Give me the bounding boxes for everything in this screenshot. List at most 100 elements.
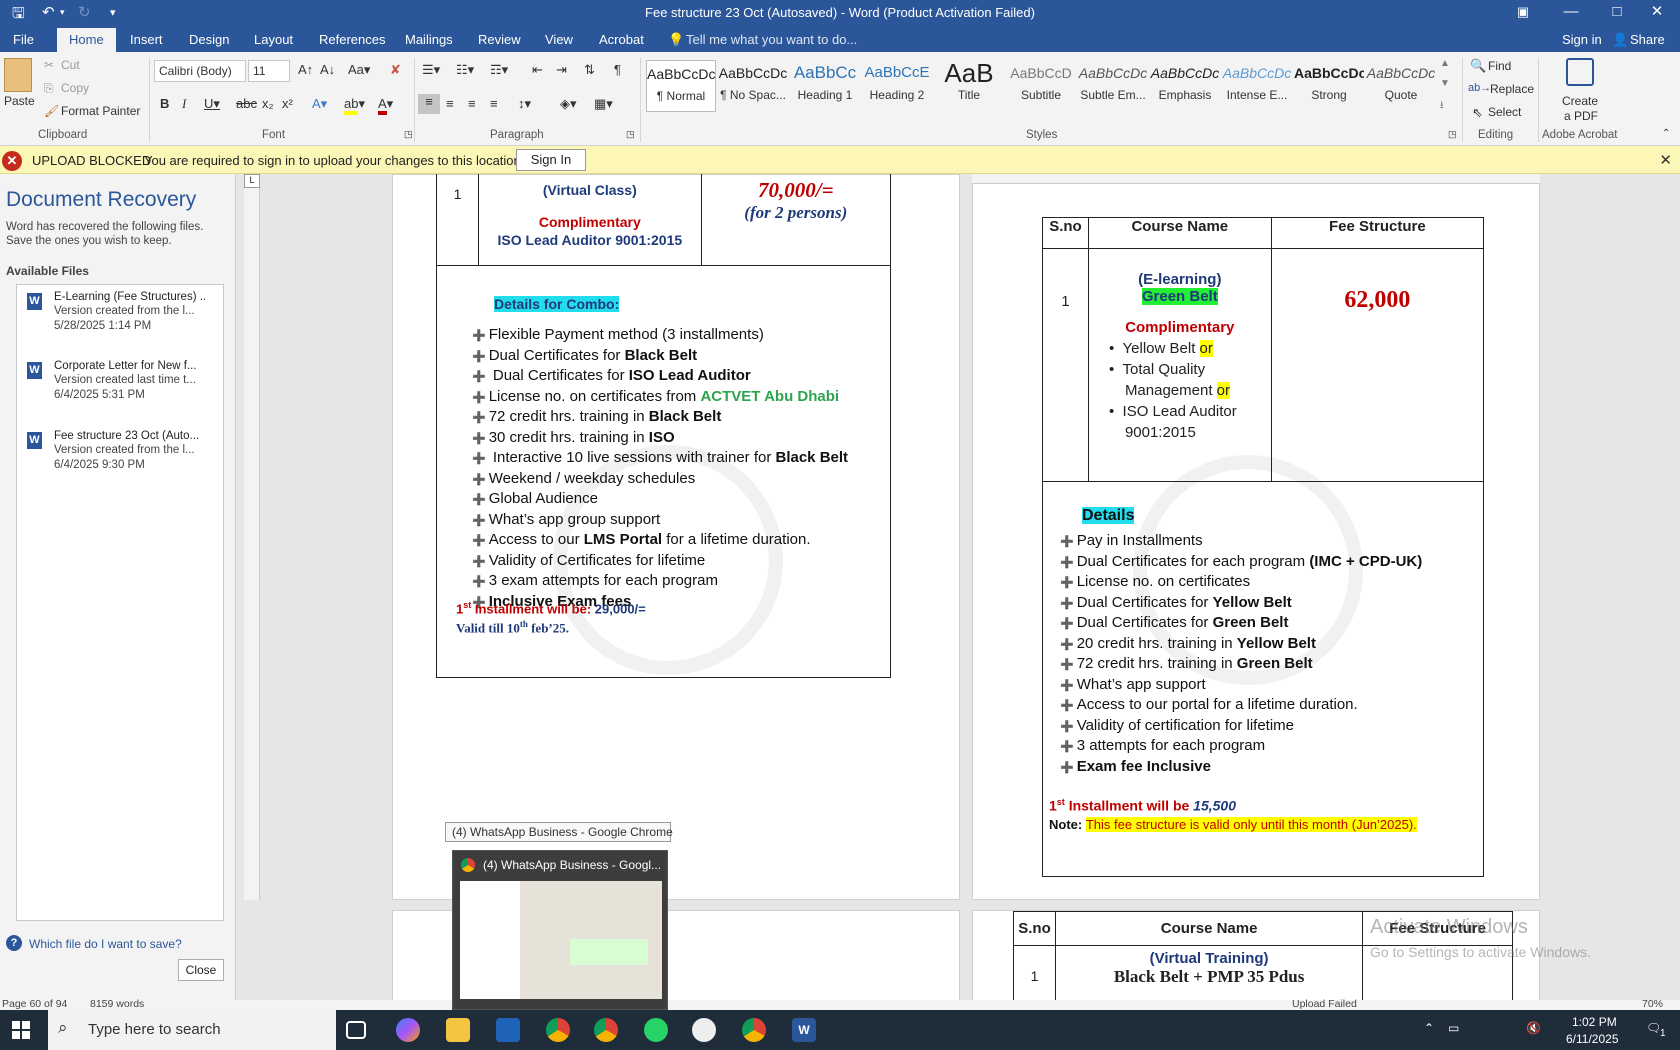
style-no-spacing[interactable]: AaBbCcDc ¶ No Spac...: [718, 60, 788, 112]
clock-time[interactable]: 1:02 PM: [1572, 1015, 1617, 1029]
format-painter-button[interactable]: Format Painter: [61, 104, 140, 118]
styles-more-icon[interactable]: ⭳: [1440, 98, 1444, 115]
speaker-icon[interactable]: 🔇: [1526, 1021, 1541, 1035]
recovered-file[interactable]: W Corporate Letter for New f... Version …: [17, 356, 223, 416]
file-explorer-icon[interactable]: [446, 1018, 470, 1042]
tab-review[interactable]: Review: [478, 32, 521, 47]
clock-date[interactable]: 6/11/2025: [1566, 1032, 1619, 1046]
justify-icon[interactable]: ≡: [490, 96, 498, 111]
collapse-ribbon-icon[interactable]: ⌃: [1662, 128, 1670, 139]
network-icon[interactable]: ▭: [1448, 1021, 1459, 1035]
zoom-level[interactable]: 70%: [1642, 998, 1663, 1010]
grow-font-icon[interactable]: A↑: [298, 62, 313, 77]
styles-scroll-up-icon[interactable]: ▲: [1440, 58, 1450, 69]
copilot-icon[interactable]: [396, 1018, 420, 1042]
notification-icon[interactable]: 🗨: [1646, 1021, 1661, 1035]
font-dialog-launcher-icon[interactable]: ◳: [404, 129, 413, 140]
paste-button[interactable]: Paste: [4, 94, 35, 108]
create-pdf-icon[interactable]: [1566, 58, 1594, 86]
style-emphasis[interactable]: AaBbCcDc Emphasis: [1150, 60, 1220, 112]
sign-in-button[interactable]: Sign In: [516, 149, 586, 171]
chrome-icon[interactable]: [594, 1018, 618, 1042]
font-color-icon[interactable]: A▾: [378, 96, 393, 115]
numbering-icon[interactable]: ☷▾: [456, 62, 474, 78]
increase-indent-icon[interactable]: ⇥: [556, 62, 567, 78]
decrease-indent-icon[interactable]: ⇤: [532, 62, 543, 78]
style-subtle-emphasis[interactable]: AaBbCcDc Subtle Em...: [1078, 60, 1148, 112]
word-count[interactable]: 8159 words: [90, 998, 144, 1010]
shading-icon[interactable]: ◈▾: [560, 96, 577, 112]
tab-selector-icon[interactable]: L: [244, 174, 260, 188]
tab-layout[interactable]: Layout: [254, 32, 293, 47]
tell-me-box[interactable]: Tell me what you want to do...: [686, 32, 857, 47]
tab-acrobat[interactable]: Acrobat: [599, 32, 644, 47]
chrome-thumbnail[interactable]: (4) WhatsApp Business - Googl...: [452, 850, 668, 1010]
chrome-icon[interactable]: [546, 1018, 570, 1042]
close-recovery-button[interactable]: Close: [178, 959, 224, 981]
task-view-icon[interactable]: [346, 1021, 366, 1039]
tab-home[interactable]: Home: [57, 28, 116, 52]
tab-file[interactable]: File: [13, 32, 34, 47]
multilevel-list-icon[interactable]: ☶▾: [490, 62, 508, 78]
clear-formatting-icon[interactable]: ✘: [390, 62, 401, 78]
borders-icon[interactable]: ▦▾: [594, 96, 613, 112]
help-link[interactable]: Which file do I want to save?: [29, 937, 182, 951]
style-quote[interactable]: AaBbCcDc Quote: [1366, 60, 1436, 112]
bullets-icon[interactable]: ☰▾: [422, 62, 440, 78]
underline-icon[interactable]: U▾: [204, 96, 220, 112]
styles-scroll-down-icon[interactable]: ▼: [1440, 78, 1450, 89]
strikethrough-icon[interactable]: abc: [236, 96, 257, 111]
ribbon-display-icon[interactable]: ▣: [1500, 0, 1546, 26]
sign-in-link[interactable]: Sign in: [1562, 32, 1602, 47]
style-normal[interactable]: AaBbCcDc ¶ Normal: [646, 60, 716, 112]
windows-start-icon[interactable]: [12, 1021, 30, 1039]
create-pdf-line1[interactable]: Create: [1562, 94, 1598, 108]
style-intense-emphasis[interactable]: AaBbCcDc Intense E...: [1222, 60, 1292, 112]
sort-icon[interactable]: ⇅: [584, 62, 595, 78]
superscript-icon[interactable]: x²: [282, 96, 293, 111]
tray-overflow-icon[interactable]: ⌃: [1424, 1021, 1434, 1035]
tab-insert[interactable]: Insert: [130, 32, 163, 47]
taskbar-search[interactable]: ⌕ Type here to search: [48, 1010, 336, 1050]
align-left-icon[interactable]: ≡: [418, 94, 440, 114]
style-title[interactable]: AaB Title: [934, 60, 1004, 112]
tab-mailings[interactable]: Mailings: [405, 32, 453, 47]
chrome-icon[interactable]: [742, 1018, 766, 1042]
tab-references[interactable]: References: [319, 32, 385, 47]
recovered-file[interactable]: W Fee structure 23 Oct (Auto... Version …: [17, 426, 223, 486]
close-message-icon[interactable]: ✕: [1659, 151, 1672, 169]
word-icon[interactable]: W: [792, 1018, 816, 1042]
create-pdf-line2[interactable]: a PDF: [1564, 109, 1598, 123]
minimize-button[interactable]: —: [1548, 0, 1594, 26]
recovered-file[interactable]: W E-Learning (Fee Structures) .. Version…: [17, 287, 223, 347]
line-spacing-icon[interactable]: ↕▾: [518, 96, 531, 112]
app-icon[interactable]: [496, 1018, 520, 1042]
upload-status[interactable]: Upload Failed: [1292, 998, 1357, 1010]
tab-design[interactable]: Design: [189, 32, 229, 47]
change-case-icon[interactable]: Aa▾: [348, 62, 370, 78]
shrink-font-icon[interactable]: A↓: [320, 62, 335, 77]
italic-icon[interactable]: I: [182, 96, 186, 112]
share-button[interactable]: Share: [1630, 32, 1665, 47]
font-name-box[interactable]: Calibri (Body): [154, 60, 246, 82]
whatsapp-icon[interactable]: [644, 1018, 668, 1042]
close-window-button[interactable]: ✕: [1634, 0, 1680, 26]
style-heading-2[interactable]: AaBbCcE Heading 2: [862, 60, 932, 112]
bold-icon[interactable]: B: [160, 96, 169, 111]
replace-button[interactable]: Replace: [1490, 82, 1534, 96]
highlight-icon[interactable]: ab▾: [344, 96, 365, 115]
style-subtitle[interactable]: AaBbCcD Subtitle: [1006, 60, 1076, 112]
styles-dialog-launcher-icon[interactable]: ◳: [1448, 129, 1457, 140]
style-heading-1[interactable]: AaBbCc Heading 1: [790, 60, 860, 112]
align-right-icon[interactable]: ≡: [468, 96, 476, 111]
select-button[interactable]: Select: [1488, 105, 1521, 119]
text-effects-icon[interactable]: A▾: [312, 96, 327, 112]
clock-app-icon[interactable]: [692, 1018, 716, 1042]
find-button[interactable]: Find: [1488, 59, 1511, 73]
tab-view[interactable]: View: [545, 32, 573, 47]
style-strong[interactable]: AaBbCcDc Strong: [1294, 60, 1364, 112]
paste-icon[interactable]: [4, 58, 32, 92]
font-size-box[interactable]: 11: [248, 60, 290, 82]
copy-button[interactable]: Copy: [61, 81, 89, 95]
show-marks-icon[interactable]: ¶: [614, 62, 621, 77]
